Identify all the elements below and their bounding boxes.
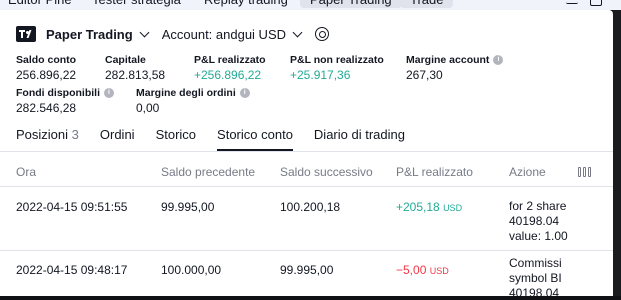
- action-line: 40198.04: [509, 214, 560, 228]
- maximize-icon[interactable]: [590, 0, 602, 6]
- divider: [0, 186, 613, 187]
- action-line: value: 1.00: [509, 229, 568, 243]
- column-header-ora[interactable]: Ora: [16, 165, 36, 179]
- pl-value: +205,18: [396, 200, 440, 214]
- stat-label: Saldo conto: [16, 54, 77, 66]
- info-icon[interactable]: i: [239, 88, 250, 98]
- stat-value: +25.917,36: [290, 68, 351, 82]
- stat-label-row: Fondi disponibili i: [16, 87, 114, 99]
- stat-label: P&L non realizzato: [290, 54, 384, 66]
- stat-label-row: Margine degli ordini i: [136, 87, 250, 99]
- cell-azione: for 2 share 40198.04 value: 1.00: [509, 199, 569, 244]
- bottom-strip: [0, 296, 621, 300]
- tab-storico[interactable]: Storico: [156, 127, 196, 151]
- stat-value: 0,00: [136, 101, 160, 115]
- tab-count: 3: [71, 127, 79, 142]
- stat-value: 282.813,58: [105, 68, 166, 82]
- action-line: symbol BI: [509, 271, 562, 285]
- column-header-saldo-precedente[interactable]: Saldo precedente: [161, 165, 255, 179]
- stat-label: P&L realizzato: [194, 54, 266, 66]
- pl-value: −5,00: [396, 263, 427, 277]
- stat-label: Margine degli ordini: [136, 87, 236, 99]
- minimize-icon[interactable]: [566, 0, 578, 4]
- stat-label: Margine account: [406, 54, 490, 66]
- scrollbar[interactable]: [613, 10, 621, 296]
- tab-paper-trading[interactable]: Paper Trading: [300, 0, 402, 8]
- account-tabs: Posizioni 3 Ordini Storico Storico conto…: [16, 127, 426, 151]
- stat-fondi-disponibili: Fondi disponibili i 282.546,28: [16, 87, 114, 115]
- currency-label: USD: [443, 203, 463, 213]
- stat-value: 256.896,22: [16, 68, 77, 82]
- stat-margine-ordini: Margine degli ordini i 0,00: [136, 87, 250, 115]
- cell-pl-realizzato: +205,18 USD: [396, 200, 462, 214]
- cell-pl-realizzato: −5,00 USD: [396, 263, 449, 277]
- cell-azione: Commissi symbol BI 40198.04: [509, 256, 569, 296]
- tab-storico-conto[interactable]: Storico conto: [217, 127, 293, 151]
- trading-panel: Paper Trading Account: andgui USD Saldo …: [0, 10, 613, 296]
- tab-trade[interactable]: Trade: [400, 0, 454, 8]
- currency-label: USD: [429, 266, 449, 276]
- tab-replay-trading[interactable]: Replay trading: [204, 0, 288, 8]
- chevron-down-icon[interactable]: [139, 27, 150, 37]
- settings-gear-icon[interactable]: [315, 27, 329, 41]
- tab-label: Posizioni: [16, 127, 69, 142]
- stat-value: 267,30: [406, 68, 443, 82]
- cell-saldo-precedente: 100.000,00: [161, 263, 222, 277]
- stat-capitale: Capitale 282.813,58: [105, 54, 165, 82]
- action-line: 40198.04: [509, 286, 560, 296]
- cell-ora: 2022-04-15 09:51:55: [16, 200, 128, 214]
- divider: [0, 250, 613, 251]
- info-icon[interactable]: i: [493, 55, 504, 65]
- tab-diario-di-trading[interactable]: Diario di trading: [314, 127, 405, 151]
- tradingview-logo-icon: [16, 26, 36, 42]
- stat-value: +256.896,22: [194, 68, 262, 82]
- chevron-down-icon[interactable]: [292, 27, 303, 37]
- stat-margine-account: Margine account i 267,30: [406, 54, 504, 82]
- stat-label: Capitale: [105, 54, 146, 66]
- cell-saldo-precedente: 99.995,00: [161, 200, 215, 214]
- stat-label-row: Margine account i: [406, 54, 504, 66]
- info-icon[interactable]: i: [104, 88, 114, 98]
- cell-saldo-successivo: 100.200,18: [280, 200, 341, 214]
- broker-name[interactable]: Paper Trading: [46, 27, 133, 42]
- tab-pine-editor[interactable]: Editor Pine: [8, 0, 72, 8]
- action-line: Commissi: [509, 256, 562, 270]
- cell-saldo-successivo: 99.995,00: [280, 263, 334, 277]
- column-header-saldo-successivo[interactable]: Saldo successivo: [280, 165, 373, 179]
- divider: [0, 151, 613, 152]
- account-selector[interactable]: Account: andgui USD: [162, 27, 286, 42]
- panel-header: Paper Trading Account: andgui USD: [16, 24, 329, 44]
- column-settings-icon[interactable]: [578, 167, 592, 177]
- stat-pl-realizzato: P&L realizzato +256.896,22: [194, 54, 266, 82]
- stat-pl-non-realizzato: P&L non realizzato +25.917,36: [290, 54, 384, 82]
- action-line: for 2 share: [509, 199, 567, 213]
- tab-posizioni[interactable]: Posizioni 3: [16, 127, 79, 151]
- column-header-azione[interactable]: Azione: [509, 165, 546, 179]
- stat-value: 282.546,28: [16, 101, 77, 115]
- tab-strategy-tester[interactable]: Tester strategia: [92, 0, 181, 8]
- top-tab-strip: Editor Pine Tester strategia Replay trad…: [0, 0, 621, 10]
- cell-ora: 2022-04-15 09:48:17: [16, 263, 128, 277]
- column-header-pl-realizzato[interactable]: P&L realizzato: [396, 165, 473, 179]
- tab-ordini[interactable]: Ordini: [100, 127, 135, 151]
- stat-saldo-conto: Saldo conto 256.896,22: [16, 54, 76, 82]
- stat-label: Fondi disponibili: [16, 87, 100, 99]
